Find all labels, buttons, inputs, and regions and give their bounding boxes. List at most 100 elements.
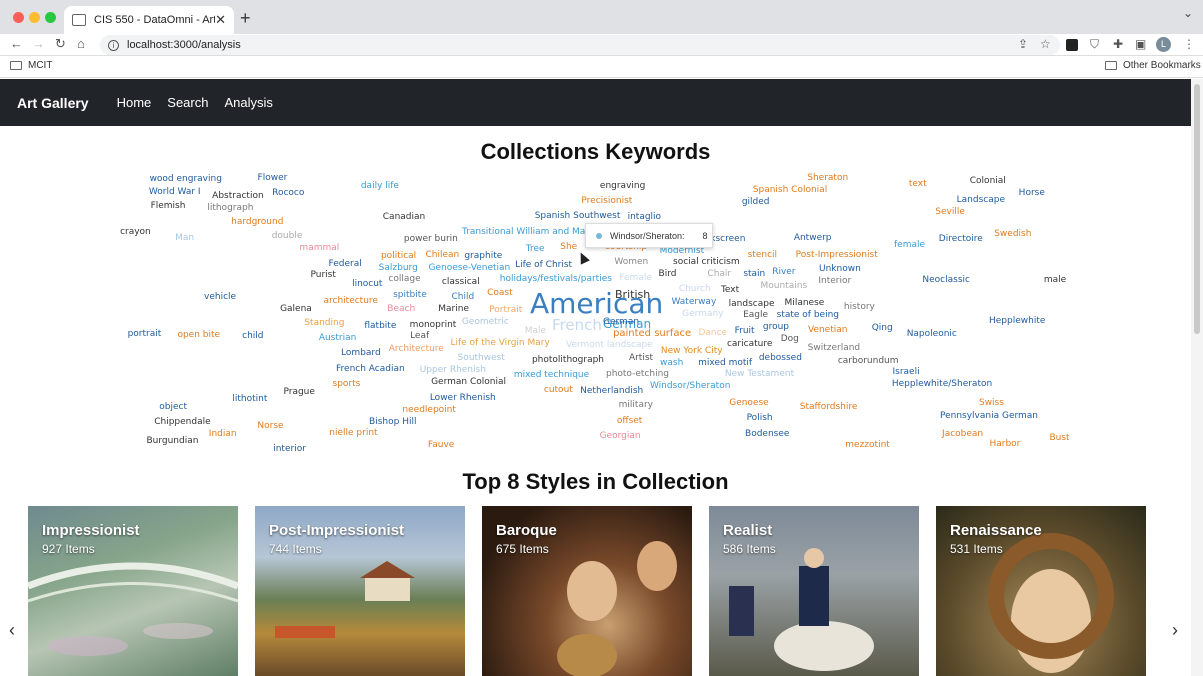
carousel-prev-icon[interactable]: ‹: [9, 620, 15, 641]
keyword-word[interactable]: Neoclassic: [922, 276, 970, 285]
keyword-word[interactable]: gilded: [742, 197, 770, 207]
keyword-word[interactable]: Burgundian: [146, 437, 198, 446]
keyword-word[interactable]: Federal: [329, 259, 362, 269]
keyword-word[interactable]: Eagle: [743, 311, 768, 320]
keyword-word[interactable]: Colonial: [970, 176, 1006, 186]
keyword-word[interactable]: Artist: [629, 354, 653, 363]
keyword-word[interactable]: Beach: [387, 304, 415, 314]
carousel-next-icon[interactable]: ›: [1172, 620, 1178, 641]
keyword-word[interactable]: vehicle: [204, 293, 236, 302]
keyword-word[interactable]: Horse: [1019, 188, 1045, 198]
keyword-word[interactable]: Upper Rhenish: [420, 366, 486, 375]
keyword-word[interactable]: holidays/festivals/parties: [500, 275, 612, 284]
keyword-word[interactable]: landscape: [729, 300, 775, 309]
keyword-word[interactable]: Qing: [872, 324, 893, 333]
keyword-word[interactable]: Life of the Virgin Mary: [450, 338, 549, 348]
keyword-word[interactable]: Milanese: [785, 299, 825, 308]
keyword-word[interactable]: Spanish Southwest: [535, 212, 621, 221]
keyword-word[interactable]: Waterway: [671, 297, 716, 307]
nav-home[interactable]: Home: [117, 95, 152, 110]
keyword-word[interactable]: Unknown: [819, 264, 861, 274]
keyword-word[interactable]: painted surface: [613, 329, 691, 339]
keyword-word[interactable]: Women: [614, 258, 648, 267]
keyword-word[interactable]: Spanish Colonial: [753, 185, 827, 195]
keyword-word[interactable]: Southwest: [458, 353, 505, 363]
close-window-icon[interactable]: [13, 12, 24, 23]
extension-icon[interactable]: [1066, 39, 1078, 51]
keyword-word[interactable]: Chippendale: [154, 418, 210, 427]
keyword-word[interactable]: Flower: [258, 174, 288, 183]
tab-search-chevron-icon[interactable]: ⌄: [1183, 6, 1193, 20]
keyword-word[interactable]: monoprint: [410, 320, 457, 330]
puzzle-icon[interactable]: ✚: [1113, 37, 1123, 51]
keyword-word[interactable]: double: [272, 231, 303, 241]
browser-tab[interactable]: CIS 550 - DataOmni - Art Galle ✕: [64, 6, 234, 34]
keyword-word[interactable]: Male: [525, 327, 546, 336]
keyword-word[interactable]: needlepoint: [402, 406, 455, 415]
keyword-word[interactable]: male: [1044, 275, 1066, 285]
keyword-word[interactable]: hardground: [231, 218, 283, 227]
close-tab-icon[interactable]: ✕: [215, 12, 226, 28]
keyword-word[interactable]: German: [603, 318, 639, 327]
keyword-word[interactable]: lithograph: [207, 204, 253, 213]
keyword-word[interactable]: Seville: [935, 208, 965, 217]
keyword-word[interactable]: Dog: [781, 334, 799, 344]
new-tab-icon[interactable]: +: [240, 8, 251, 29]
keyword-word[interactable]: Purist: [310, 271, 335, 280]
keyword-word[interactable]: Directoire: [939, 234, 983, 244]
forward-icon[interactable]: →: [32, 36, 45, 51]
keyword-word[interactable]: Bodensee: [745, 430, 789, 439]
keyword-word[interactable]: group: [763, 323, 789, 332]
keyword-word[interactable]: power burin: [404, 234, 458, 244]
keyword-word[interactable]: stencil: [748, 251, 777, 260]
keyword-word[interactable]: Israeli: [893, 368, 920, 377]
keyword-word[interactable]: New York City: [661, 347, 723, 356]
keyword-word[interactable]: Jacobean: [942, 430, 983, 439]
keyword-word[interactable]: Genoese: [729, 399, 769, 408]
maximize-window-icon[interactable]: [45, 12, 56, 23]
keyword-word[interactable]: mixed technique: [514, 370, 589, 380]
keyword-word[interactable]: Hepplewhite/Sheraton: [892, 380, 992, 389]
keyword-word[interactable]: Norse: [257, 421, 283, 431]
keyword-word[interactable]: photo-etching: [606, 370, 669, 379]
side-panel-icon[interactable]: ▣: [1135, 37, 1146, 51]
other-bookmarks[interactable]: Other Bookmarks: [1105, 60, 1201, 71]
keyword-word[interactable]: French Acadian: [336, 365, 405, 374]
keyword-word[interactable]: Venetian: [808, 326, 848, 335]
keyword-word[interactable]: debossed: [759, 353, 802, 363]
keyword-word[interactable]: object: [159, 403, 187, 412]
keyword-word[interactable]: New Testament: [725, 370, 794, 379]
keyword-word[interactable]: stain: [743, 269, 765, 279]
style-card-baroque[interactable]: Baroque 675 Items: [482, 506, 692, 676]
keyword-word[interactable]: River: [772, 268, 795, 277]
keyword-word[interactable]: wash: [660, 359, 683, 368]
keyword-word[interactable]: Swiss: [979, 399, 1004, 408]
keyword-word[interactable]: history: [844, 302, 875, 312]
keyword-word[interactable]: child: [242, 331, 263, 341]
keyword-word[interactable]: social criticism: [673, 258, 740, 267]
nav-search[interactable]: Search: [167, 95, 208, 110]
keyword-word[interactable]: Life of Christ: [515, 260, 572, 270]
keyword-word[interactable]: Church: [679, 284, 711, 294]
keyword-word[interactable]: crayon: [120, 227, 151, 237]
keyword-word[interactable]: Windsor/Sheraton: [650, 381, 730, 391]
keyword-word[interactable]: Salzburg: [379, 264, 418, 273]
keyword-word[interactable]: female: [894, 240, 925, 250]
keyword-word[interactable]: Architecture: [389, 345, 444, 354]
keyword-word[interactable]: Canadian: [383, 212, 425, 222]
url-field[interactable]: i localhost:3000/analysis: [100, 35, 1060, 55]
menu-dots-icon[interactable]: ⋮: [1183, 37, 1195, 51]
keyword-word[interactable]: Precisionist: [581, 196, 632, 206]
keyword-word[interactable]: collage: [388, 275, 420, 284]
keyword-word[interactable]: wood engraving: [150, 174, 222, 184]
keyword-word[interactable]: Interior: [818, 277, 851, 286]
style-card-impressionist[interactable]: Impressionist 927 Items: [28, 506, 238, 676]
profile-avatar[interactable]: L: [1156, 37, 1171, 52]
keyword-word[interactable]: Standing: [304, 318, 344, 328]
keyword-word[interactable]: Harbor: [989, 439, 1020, 449]
shield-icon[interactable]: ⛉: [1090, 37, 1099, 52]
keyword-word[interactable]: photolithograph: [532, 355, 604, 365]
share-icon[interactable]: ⇪: [1018, 37, 1028, 51]
bookmark-star-icon[interactable]: ☆: [1040, 37, 1051, 51]
keyword-word[interactable]: political: [381, 252, 416, 261]
